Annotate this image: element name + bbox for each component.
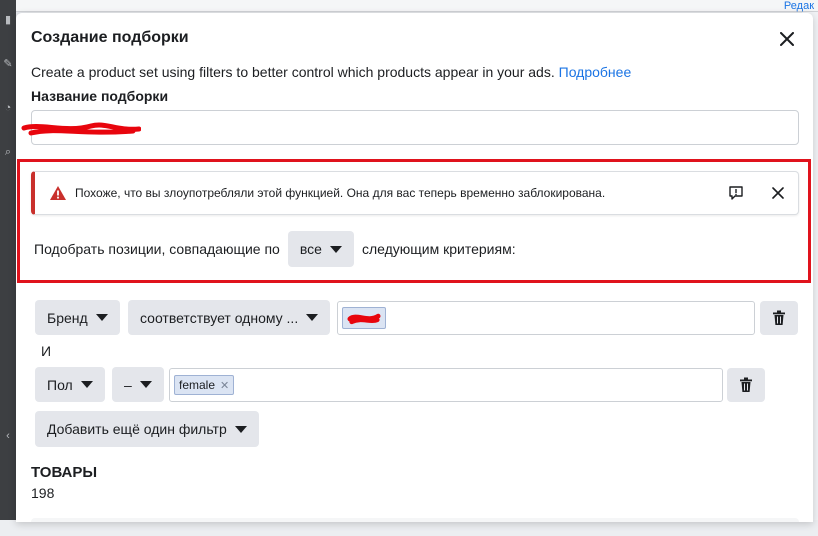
caret-down-icon [329,245,342,253]
dismiss-alert-button[interactable] [768,183,788,203]
filter-operator-gender-dropdown[interactable]: – [112,367,164,402]
clock-icon: ◔ [4,102,12,114]
blocked-feature-alert: Похоже, что вы злоупотребляли этой функц… [31,171,799,215]
background-sidebar: ▮ ✎ ◔ ⌕ ‹ [0,0,16,536]
remove-chip-icon[interactable]: ✕ [220,379,229,392]
close-icon [772,187,784,199]
trash-icon [773,310,785,325]
match-suffix: следующим критериям: [361,241,516,257]
set-name-label: Название подборки [31,88,169,104]
filter-field-gender-dropdown[interactable]: Пол [35,367,105,402]
delete-brand-filter-button[interactable] [760,301,798,335]
redaction-mark [347,313,381,325]
filter-field-brand-dropdown[interactable]: Бренд [35,300,120,335]
close-icon [780,32,794,46]
delete-gender-filter-button[interactable] [727,368,765,402]
report-problem-button[interactable] [726,183,746,203]
products-count: 198 [31,485,55,501]
match-criteria-row: Подобрать позиции, совпадающие по все сл… [34,231,516,267]
chip-label: female [179,378,216,392]
filter-operator-label: – [124,376,132,393]
filter-operator-brand-dropdown[interactable]: соответствует одному ... [128,300,331,335]
filter-value-chip: female ✕ [174,375,235,395]
add-filter-button[interactable]: Добавить ещё один фильтр [35,411,259,447]
filter-operator-label: соответствует одному ... [140,309,299,326]
learn-more-link[interactable]: Подробнее [559,64,632,80]
chart-icon: ▮ [4,14,12,26]
caret-down-icon [80,381,93,388]
create-product-set-dialog: Создание подборки Create a product set u… [16,13,813,522]
caret-down-icon [234,425,247,433]
caret-down-icon [306,314,319,321]
match-mode-value: все [299,241,322,257]
pencil-icon: ✎ [3,58,13,70]
caret-down-icon [139,381,152,388]
filter-brand-values-input[interactable] [337,301,755,335]
filter-field-label: Бренд [47,309,88,326]
and-connector-label: И [41,343,52,359]
trash-icon [740,377,752,392]
filter-field-label: Пол [47,376,73,393]
background-edit-link: Редак [783,0,814,12]
caret-down-icon [95,314,108,321]
match-mode-dropdown[interactable]: все [287,231,354,267]
match-prefix: Подобрать позиции, совпадающие по [34,241,280,257]
warning-icon [50,186,66,200]
filter-value-chip [342,307,386,329]
products-list-panel [31,518,799,522]
dialog-title: Создание подборки [31,29,189,46]
alert-message: Похоже, что вы злоупотребляли этой функц… [75,186,606,200]
filter-gender-values-input[interactable]: female ✕ [169,368,723,402]
background-header: Редак [16,0,818,12]
dialog-description: Create a product set using filters to be… [31,64,631,80]
set-name-input[interactable] [31,110,799,145]
background-footer [0,520,818,536]
redaction-mark [21,122,141,136]
search-icon: ⌕ [4,146,12,158]
close-dialog-button[interactable] [776,28,798,50]
add-filter-label: Добавить ещё один фильтр [47,421,227,437]
feedback-icon [729,186,743,200]
products-section-title: ТОВАРЫ [31,464,98,481]
description-text: Create a product set using filters to be… [31,64,555,80]
chevron-left-icon: ‹ [6,430,10,442]
